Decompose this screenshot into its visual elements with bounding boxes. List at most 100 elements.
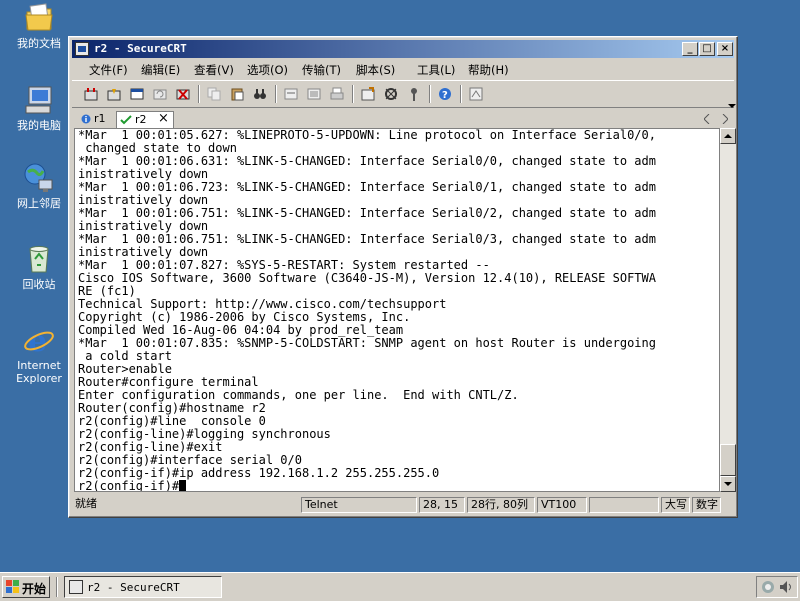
terminal-line: *Mar 1 00:01:06.751: %LINK-5-CHANGED: In… bbox=[78, 206, 656, 220]
session-info-icon bbox=[81, 114, 91, 124]
menu-script[interactable]: 脚本(S) bbox=[356, 62, 395, 78]
scroll-down-button[interactable] bbox=[720, 476, 736, 492]
terminal-line: Router#configure terminal bbox=[78, 375, 259, 389]
print-icon[interactable] bbox=[328, 85, 346, 103]
toolbar-separator bbox=[460, 85, 462, 103]
terminal-history: *Mar 1 00:01:05.627: %LINEPROTO-5-UPDOWN… bbox=[78, 128, 656, 480]
menu-bar: 文件(F) 编辑(E) 查看(V) 选项(O) 传输(T) 脚本(S) 工具(L… bbox=[72, 60, 734, 78]
terminal-line: Technical Support: http://www.cisco.com/… bbox=[78, 297, 447, 311]
status-emulation: VT100 bbox=[537, 497, 587, 513]
find-icon[interactable] bbox=[251, 85, 269, 103]
toolbar-separator bbox=[198, 85, 200, 103]
terminal-line: r2(config-line)#logging synchronous bbox=[78, 427, 331, 441]
terminal-line: a cold start bbox=[85, 349, 172, 363]
help-icon[interactable]: ? bbox=[436, 85, 454, 103]
paste-icon[interactable] bbox=[228, 85, 246, 103]
print-screen-icon[interactable] bbox=[282, 85, 300, 103]
terminal-line: *Mar 1 00:01:06.631: %LINK-5-CHANGED: In… bbox=[78, 154, 656, 168]
scroll-up-button[interactable] bbox=[720, 128, 736, 144]
status-protocol: Telnet bbox=[301, 497, 417, 513]
volume-icon[interactable] bbox=[779, 580, 793, 594]
taskbar: 开始 r2 - SecureCRT bbox=[0, 572, 800, 601]
key-map-icon[interactable] bbox=[405, 85, 423, 103]
terminal-line: Cisco IOS Software, 3600 Software (C3640… bbox=[78, 271, 656, 285]
tab-close-button[interactable]: × bbox=[158, 111, 169, 126]
connect-in-tab-icon[interactable] bbox=[128, 85, 146, 103]
window-title: r2 - SecureCRT bbox=[94, 42, 187, 55]
keymap-editor-icon[interactable] bbox=[467, 85, 485, 103]
desktop-icon-label: 我的电脑 bbox=[17, 119, 61, 132]
tab-r2[interactable]: r2 × bbox=[116, 111, 174, 128]
windows-logo-icon bbox=[6, 580, 19, 593]
desktop-icon-label: Explorer bbox=[16, 372, 62, 385]
desktop-icon-my-documents[interactable]: 我的文档 bbox=[6, 2, 72, 50]
terminal-line: inistratively down bbox=[78, 193, 209, 207]
internet-explorer-icon: e bbox=[23, 324, 55, 359]
tab-scroll-left-icon[interactable] bbox=[703, 113, 710, 127]
minimize-button[interactable]: _ bbox=[682, 42, 698, 56]
terminal-line: Compiled Wed 16-Aug-06 04:04 by prod_rel… bbox=[78, 323, 404, 337]
terminal-line: Copyright (c) 1986-2006 by Cisco Systems… bbox=[78, 310, 411, 324]
vertical-scrollbar[interactable] bbox=[720, 128, 736, 492]
terminal-area[interactable]: *Mar 1 00:01:05.627: %LINEPROTO-5-UPDOWN… bbox=[74, 128, 720, 492]
my-documents-icon bbox=[23, 2, 55, 34]
start-label: 开始 bbox=[22, 582, 47, 596]
terminal-line: *Mar 1 00:01:07.835: %SNMP-5-COLDSTART: … bbox=[78, 336, 656, 350]
terminal-output: *Mar 1 00:01:05.627: %LINEPROTO-5-UPDOWN… bbox=[78, 128, 656, 492]
terminal-line: *Mar 1 00:01:07.827: %SYS-5-RESTART: Sys… bbox=[78, 258, 490, 272]
svg-text:?: ? bbox=[442, 90, 448, 101]
terminal-line: *Mar 1 00:01:06.723: %LINK-5-CHANGED: In… bbox=[78, 180, 656, 194]
status-num-lock: 数字 bbox=[692, 497, 721, 513]
menu-tools[interactable]: 工具(L) bbox=[417, 62, 455, 78]
maximize-button[interactable]: □ bbox=[699, 42, 715, 56]
scrollbar-thumb[interactable] bbox=[720, 444, 736, 476]
window-titlebar[interactable]: r2 - SecureCRT _ □ × bbox=[72, 40, 734, 58]
network-status-icon[interactable] bbox=[761, 580, 775, 594]
securecrt-app-icon bbox=[69, 580, 83, 594]
terminal-prompt: r2(config-if)# bbox=[78, 479, 180, 492]
menu-help[interactable]: 帮助(H) bbox=[468, 62, 509, 78]
start-button[interactable]: 开始 bbox=[2, 576, 50, 598]
terminal-line: *Mar 1 00:01:05.627: %LINEPROTO-5-UPDOWN… bbox=[78, 128, 656, 142]
status-caps-lock: 大写 bbox=[661, 497, 690, 513]
menu-edit[interactable]: 编辑(E) bbox=[141, 62, 180, 78]
menu-transfer[interactable]: 传输(T) bbox=[302, 62, 341, 78]
tab-scroll-right-icon[interactable] bbox=[722, 113, 729, 127]
global-options-icon[interactable] bbox=[382, 85, 400, 103]
menu-file[interactable]: 文件(F) bbox=[89, 62, 128, 78]
connect-icon[interactable] bbox=[82, 85, 100, 103]
menu-options[interactable]: 选项(O) bbox=[247, 62, 288, 78]
toolbar-overflow-chevron-icon[interactable] bbox=[728, 99, 736, 108]
desktop-icon-recycle-bin[interactable]: 回收站 bbox=[6, 243, 72, 291]
terminal-line: RE (fc1) bbox=[78, 284, 136, 298]
my-computer-icon bbox=[23, 84, 55, 116]
copy-icon[interactable] bbox=[205, 85, 223, 103]
status-ready: 就绪 bbox=[75, 497, 97, 510]
securecrt-app-icon bbox=[75, 42, 89, 56]
menu-view[interactable]: 查看(V) bbox=[194, 62, 234, 78]
desktop-icon-label: 我的文档 bbox=[17, 37, 61, 50]
tab-r1[interactable]: r1 bbox=[78, 111, 116, 128]
desktop-icon-internet-explorer[interactable]: e Internet Explorer bbox=[6, 324, 72, 385]
terminal-cursor bbox=[179, 480, 187, 491]
toolbar-separator bbox=[352, 85, 354, 103]
terminal-line: Router>enable bbox=[78, 362, 172, 376]
terminal-line: inistratively down bbox=[78, 245, 209, 259]
desktop-icon-network-places[interactable]: 网上邻居 bbox=[6, 162, 72, 210]
terminal-line: inistratively down bbox=[78, 167, 209, 181]
desktop-icon-label: Internet bbox=[17, 359, 61, 372]
taskbar-separator bbox=[56, 577, 58, 597]
quick-connect-icon[interactable] bbox=[105, 85, 123, 103]
taskbar-button-securecrt[interactable]: r2 - SecureCRT bbox=[64, 576, 222, 598]
connected-check-icon bbox=[120, 115, 132, 125]
recycle-bin-icon bbox=[23, 243, 55, 275]
terminal-line: changed state to down bbox=[85, 141, 237, 155]
system-tray bbox=[756, 576, 798, 598]
disconnect-icon[interactable] bbox=[174, 85, 192, 103]
desktop-icon-label: 网上邻居 bbox=[17, 197, 61, 210]
print-selection-icon[interactable] bbox=[305, 85, 323, 103]
close-button[interactable]: × bbox=[717, 42, 733, 56]
desktop-icon-my-computer[interactable]: 我的电脑 bbox=[6, 84, 72, 132]
reconnect-icon[interactable] bbox=[151, 85, 169, 103]
session-options-icon[interactable] bbox=[359, 85, 377, 103]
